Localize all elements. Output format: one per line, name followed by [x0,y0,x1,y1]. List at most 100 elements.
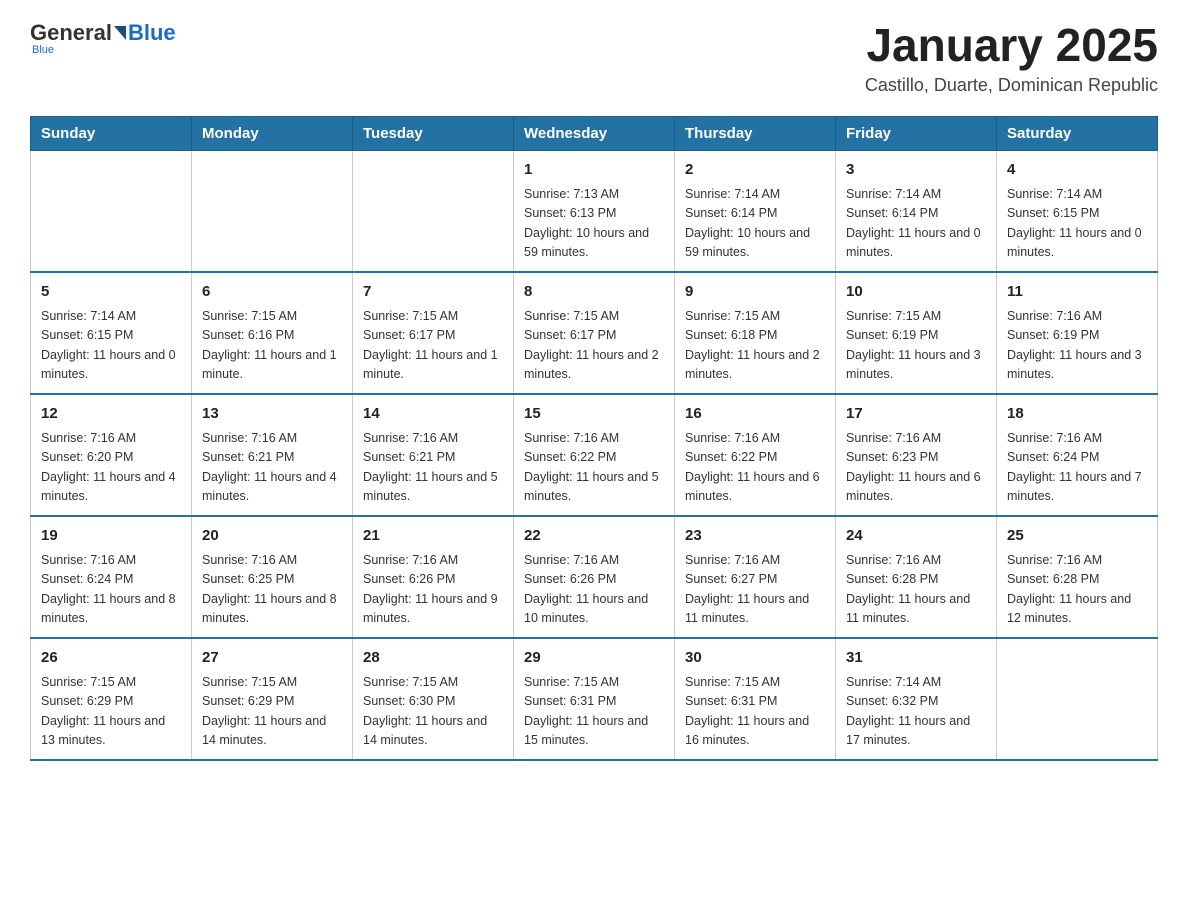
col-saturday: Saturday [997,116,1158,150]
calendar-week-row: 19 Sunrise: 7:16 AM Sunset: 6:24 PM Dayli… [31,516,1158,638]
day-info: Sunrise: 7:16 AM Sunset: 6:23 PM Dayligh… [846,429,986,507]
day-number: 17 [846,403,986,426]
day-number: 16 [685,403,825,426]
day-number: 26 [41,647,181,670]
day-info: Sunrise: 7:15 AM Sunset: 6:16 PM Dayligh… [202,307,342,385]
col-friday: Friday [836,116,997,150]
day-number: 23 [685,525,825,548]
day-info: Sunrise: 7:15 AM Sunset: 6:17 PM Dayligh… [363,307,503,385]
table-row: 24 Sunrise: 7:16 AM Sunset: 6:28 PM Dayli… [836,516,997,638]
table-row: 8Sunrise: 7:15 AM Sunset: 6:17 PM Daylig… [514,272,675,394]
day-info: Sunrise: 7:16 AM Sunset: 6:24 PM Dayligh… [41,551,181,629]
day-info: Sunrise: 7:14 AM Sunset: 6:15 PM Dayligh… [1007,185,1147,263]
logo-text: General Blue [30,20,176,46]
day-info: Sunrise: 7:15 AM Sunset: 6:31 PM Dayligh… [524,673,664,751]
table-row: 3 Sunrise: 7:14 AM Sunset: 6:14 PM Daylig… [836,150,997,272]
logo-arrow-icon [114,26,126,40]
day-info: Sunrise: 7:16 AM Sunset: 6:20 PM Dayligh… [41,429,181,507]
day-info: Sunrise: 7:15 AM Sunset: 6:18 PM Dayligh… [685,307,825,385]
main-title: January 2025 [865,20,1158,71]
table-row: 19 Sunrise: 7:16 AM Sunset: 6:24 PM Dayli… [31,516,192,638]
day-info: Sunrise: 7:16 AM Sunset: 6:24 PM Dayligh… [1007,429,1147,507]
calendar-week-row: 26 Sunrise: 7:15 AM Sunset: 6:29 PM Dayli… [31,638,1158,760]
day-number: 10 [846,281,986,304]
day-number: 19 [41,525,181,548]
table-row: 23 Sunrise: 7:16 AM Sunset: 6:27 PM Dayli… [675,516,836,638]
day-number: 4 [1007,159,1147,182]
table-row: 29 Sunrise: 7:15 AM Sunset: 6:31 PM Dayli… [514,638,675,760]
table-row: 15 Sunrise: 7:16 AM Sunset: 6:22 PM Dayli… [514,394,675,516]
calendar-header-row: Sunday Monday Tuesday Wednesday Thursday… [31,116,1158,150]
col-thursday: Thursday [675,116,836,150]
day-info: Sunrise: 7:15 AM Sunset: 6:19 PM Dayligh… [846,307,986,385]
page-header: General Blue Blue January 2025 Castillo,… [30,20,1158,96]
table-row: 18 Sunrise: 7:16 AM Sunset: 6:24 PM Dayli… [997,394,1158,516]
day-number: 9 [685,281,825,304]
day-number: 24 [846,525,986,548]
day-number: 15 [524,403,664,426]
table-row: 13 Sunrise: 7:16 AM Sunset: 6:21 PM Dayli… [192,394,353,516]
day-number: 31 [846,647,986,670]
table-row: 25Sunrise: 7:16 AM Sunset: 6:28 PM Dayli… [997,516,1158,638]
day-info: Sunrise: 7:16 AM Sunset: 6:21 PM Dayligh… [202,429,342,507]
table-row: 6 Sunrise: 7:15 AM Sunset: 6:16 PM Daylig… [192,272,353,394]
col-sunday: Sunday [31,116,192,150]
day-number: 14 [363,403,503,426]
day-info: Sunrise: 7:16 AM Sunset: 6:22 PM Dayligh… [685,429,825,507]
table-row: 30 Sunrise: 7:15 AM Sunset: 6:31 PM Dayli… [675,638,836,760]
day-info: Sunrise: 7:15 AM Sunset: 6:29 PM Dayligh… [202,673,342,751]
day-number: 27 [202,647,342,670]
day-info: Sunrise: 7:16 AM Sunset: 6:25 PM Dayligh… [202,551,342,629]
day-info: Sunrise: 7:15 AM Sunset: 6:30 PM Dayligh… [363,673,503,751]
day-number: 12 [41,403,181,426]
day-number: 13 [202,403,342,426]
day-info: Sunrise: 7:16 AM Sunset: 6:28 PM Dayligh… [846,551,986,629]
table-row: 26 Sunrise: 7:15 AM Sunset: 6:29 PM Dayli… [31,638,192,760]
day-number: 2 [685,159,825,182]
table-row [31,150,192,272]
col-monday: Monday [192,116,353,150]
day-number: 18 [1007,403,1147,426]
day-number: 5 [41,281,181,304]
table-row: 27 Sunrise: 7:15 AM Sunset: 6:29 PM Dayli… [192,638,353,760]
day-info: Sunrise: 7:14 AM Sunset: 6:14 PM Dayligh… [685,185,825,263]
day-info: Sunrise: 7:14 AM Sunset: 6:14 PM Dayligh… [846,185,986,263]
day-info: Sunrise: 7:16 AM Sunset: 6:27 PM Dayligh… [685,551,825,629]
table-row: 9 Sunrise: 7:15 AM Sunset: 6:18 PM Daylig… [675,272,836,394]
day-info: Sunrise: 7:14 AM Sunset: 6:15 PM Dayligh… [41,307,181,385]
table-row: 4 Sunrise: 7:14 AM Sunset: 6:15 PM Daylig… [997,150,1158,272]
table-row: 7 Sunrise: 7:15 AM Sunset: 6:17 PM Daylig… [353,272,514,394]
table-row: 31Sunrise: 7:14 AM Sunset: 6:32 PM Dayli… [836,638,997,760]
calendar-table: Sunday Monday Tuesday Wednesday Thursday… [30,116,1158,761]
calendar-week-row: 5 Sunrise: 7:14 AM Sunset: 6:15 PM Daylig… [31,272,1158,394]
table-row: 21 Sunrise: 7:16 AM Sunset: 6:26 PM Dayli… [353,516,514,638]
logo: General Blue Blue [30,20,176,56]
col-wednesday: Wednesday [514,116,675,150]
table-row [192,150,353,272]
day-number: 28 [363,647,503,670]
day-info: Sunrise: 7:15 AM Sunset: 6:31 PM Dayligh… [685,673,825,751]
day-info: Sunrise: 7:15 AM Sunset: 6:29 PM Dayligh… [41,673,181,751]
table-row: 17 Sunrise: 7:16 AM Sunset: 6:23 PM Dayli… [836,394,997,516]
day-info: Sunrise: 7:15 AM Sunset: 6:17 PM Dayligh… [524,307,664,385]
table-row: 20 Sunrise: 7:16 AM Sunset: 6:25 PM Dayli… [192,516,353,638]
day-info: Sunrise: 7:16 AM Sunset: 6:22 PM Dayligh… [524,429,664,507]
day-number: 7 [363,281,503,304]
day-info: Sunrise: 7:16 AM Sunset: 6:19 PM Dayligh… [1007,307,1147,385]
day-number: 21 [363,525,503,548]
logo-underline: Blue [32,44,54,56]
day-info: Sunrise: 7:16 AM Sunset: 6:26 PM Dayligh… [363,551,503,629]
col-tuesday: Tuesday [353,116,514,150]
day-number: 30 [685,647,825,670]
table-row: 22Sunrise: 7:16 AM Sunset: 6:26 PM Dayli… [514,516,675,638]
day-number: 20 [202,525,342,548]
day-info: Sunrise: 7:16 AM Sunset: 6:21 PM Dayligh… [363,429,503,507]
table-row [997,638,1158,760]
day-number: 6 [202,281,342,304]
day-info: Sunrise: 7:16 AM Sunset: 6:28 PM Dayligh… [1007,551,1147,629]
subtitle: Castillo, Duarte, Dominican Republic [865,75,1158,96]
day-number: 3 [846,159,986,182]
table-row: 12 Sunrise: 7:16 AM Sunset: 6:20 PM Dayli… [31,394,192,516]
day-number: 29 [524,647,664,670]
calendar-week-row: 12 Sunrise: 7:16 AM Sunset: 6:20 PM Dayli… [31,394,1158,516]
